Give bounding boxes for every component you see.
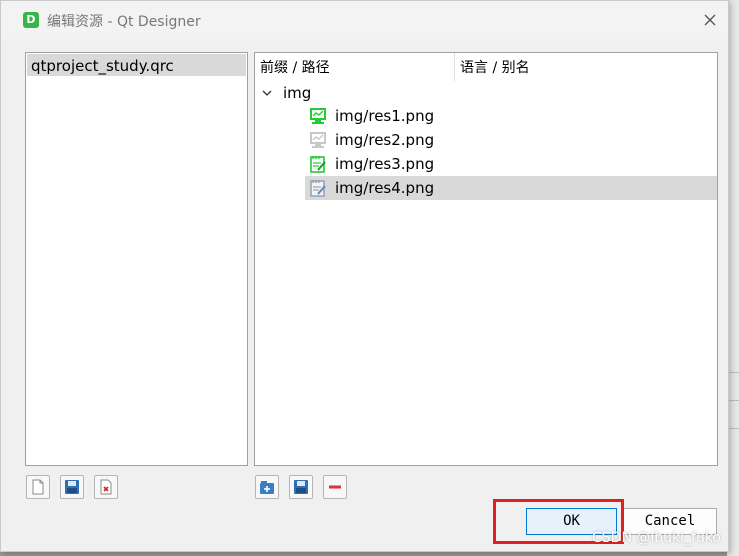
remove-icon: [329, 485, 341, 489]
watermark: CSDN @ibuki_fuko: [592, 530, 721, 546]
new-file-icon: [32, 479, 44, 495]
remove-resource-file-button[interactable]: [94, 475, 118, 499]
window-title: 编辑资源 - Qt Designer: [47, 14, 201, 30]
add-files-icon: [294, 480, 308, 494]
list-item-label: qtproject_study.qrc: [31, 57, 174, 75]
add-prefix-button[interactable]: [255, 475, 279, 499]
add-files-button[interactable]: [289, 475, 313, 499]
green-monitor-icon: [310, 108, 326, 124]
resource-tree[interactable]: 前缀 / 路径 语言 / 别名 img img/res1.png img/res…: [254, 52, 718, 466]
add-prefix-icon: [260, 481, 274, 494]
file-path: img/res4.png: [335, 179, 435, 197]
qt-designer-app-icon: D: [23, 12, 39, 28]
tree-row-res2[interactable]: img/res2.png: [305, 128, 717, 152]
column-header-prefix-path[interactable]: 前缀 / 路径: [255, 53, 455, 81]
tree-row-res1[interactable]: img/res1.png: [305, 104, 717, 128]
green-notepad-icon: [310, 156, 326, 173]
file-path: img/res3.png: [335, 155, 435, 173]
grey-monitor-icon: [310, 132, 326, 148]
chevron-down-icon[interactable]: [261, 87, 273, 99]
remove-button[interactable]: [323, 475, 347, 499]
remove-file-icon: [100, 479, 112, 495]
file-path: img/res2.png: [335, 131, 435, 149]
grey-notepad-icon: [310, 180, 326, 197]
resource-files-list[interactable]: qtproject_study.qrc: [25, 52, 248, 466]
new-resource-file-button[interactable]: [26, 475, 50, 499]
save-resource-file-button[interactable]: [60, 475, 84, 499]
title-bar: D 编辑资源 - Qt Designer: [1, 1, 728, 39]
tree-row-res4[interactable]: img/res4.png: [305, 176, 717, 200]
list-item-qrc[interactable]: qtproject_study.qrc: [27, 54, 246, 76]
close-button[interactable]: [697, 7, 723, 33]
close-icon: [704, 14, 716, 26]
edit-resources-dialog: D 编辑资源 - Qt Designer qtproject_study.qrc…: [0, 0, 729, 552]
file-path: img/res1.png: [335, 107, 435, 125]
tree-prefix-img[interactable]: img: [283, 84, 311, 102]
save-icon: [65, 480, 79, 494]
tree-row-res3[interactable]: img/res3.png: [305, 152, 717, 176]
column-header-language-alias[interactable]: 语言 / 别名: [455, 53, 717, 81]
